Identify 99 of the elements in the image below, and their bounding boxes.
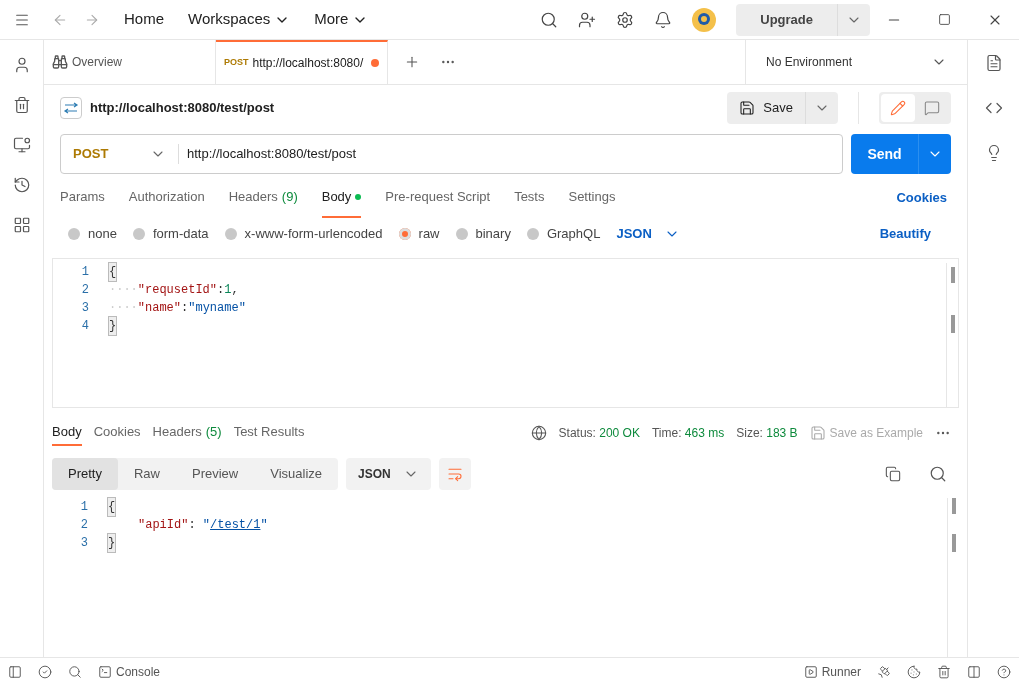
- request-section-tab[interactable]: Authorization: [128, 178, 205, 218]
- search-icon[interactable]: [540, 10, 559, 29]
- code-bracket: }: [109, 317, 117, 335]
- settings-icon[interactable]: [616, 10, 635, 29]
- request-section-tab[interactable]: Params: [60, 178, 105, 218]
- search-icon[interactable]: [929, 465, 947, 483]
- runner-button[interactable]: Runner: [803, 662, 861, 681]
- request-section-tab[interactable]: Headers (9): [228, 178, 298, 218]
- code-link[interactable]: /test/1: [210, 516, 261, 534]
- code-key: "apiId": [138, 516, 189, 534]
- request-section-tab[interactable]: Body: [321, 178, 362, 218]
- request-title: http://localhost:8080/test/post: [90, 98, 275, 117]
- beautify-link[interactable]: Beautify: [879, 224, 931, 244]
- request-section-tab[interactable]: Pre-request Script: [385, 178, 491, 218]
- binoculars-icon: [52, 54, 68, 70]
- url-input[interactable]: http://localhost:8080/test/post: [179, 144, 365, 164]
- line-number: 2: [79, 517, 88, 534]
- search-icon[interactable]: [68, 664, 82, 679]
- line-number: 1: [80, 264, 89, 281]
- console-button[interactable]: Console: [98, 662, 161, 681]
- response-meta: Size: 183 B: [736, 425, 798, 442]
- code-key: "requsetId": [137, 281, 218, 299]
- response-tab[interactable]: Body: [52, 420, 82, 446]
- avatar-icon[interactable]: [692, 7, 717, 32]
- trash-icon[interactable]: [12, 96, 31, 114]
- tab-label: http://localhost:8080/: [252, 55, 364, 72]
- view-mode-tab[interactable]: Pretty: [52, 458, 118, 490]
- save-icon: [739, 99, 756, 116]
- code-punct: :: [217, 282, 225, 299]
- view-mode-tab[interactable]: Raw: [117, 458, 176, 490]
- line-number: 2: [80, 282, 89, 299]
- response-language-dropdown[interactable]: JSON: [346, 458, 431, 490]
- view-mode-tab[interactable]: Visualize: [254, 458, 339, 490]
- monitor-icon[interactable]: [12, 136, 31, 154]
- request-section-tab[interactable]: Settings: [568, 178, 616, 218]
- maximize-icon[interactable]: [938, 13, 951, 26]
- code-punct: ,: [231, 282, 239, 299]
- code-punct: :: [181, 300, 189, 317]
- body-type-radio[interactable]: x-www-form-urlencoded: [224, 224, 383, 244]
- body-type-radio[interactable]: raw: [398, 224, 440, 244]
- two-pane-icon[interactable]: [967, 664, 981, 679]
- code-bracket: {: [108, 498, 116, 516]
- response-meta: Status: 200 OK: [558, 425, 640, 442]
- code-bracket: {: [109, 263, 117, 281]
- sidebar-toggle-icon[interactable]: [8, 664, 22, 679]
- code-bracket: }: [108, 534, 116, 552]
- code-whitespace: ····: [109, 300, 138, 317]
- invite-user-icon[interactable]: [578, 10, 597, 29]
- body-type-radio[interactable]: binary: [455, 224, 511, 244]
- body-type-radio[interactable]: GraphQL: [526, 224, 601, 244]
- view-mode-tab[interactable]: Preview: [176, 458, 255, 490]
- play-icon: [803, 664, 818, 679]
- code-whitespace: ····: [109, 282, 138, 299]
- tab-label: Overview: [72, 54, 122, 71]
- copy-icon[interactable]: [885, 466, 901, 482]
- pencil-icon: [890, 99, 906, 116]
- environment-selector[interactable]: No Environment: [745, 40, 967, 84]
- url-bar[interactable]: POST http://localhost:8080/test/post: [60, 134, 843, 174]
- response-tab[interactable]: Headers (5): [152, 420, 222, 446]
- response-tab[interactable]: Test Results: [233, 420, 305, 446]
- body-type-radio[interactable]: form-data: [132, 224, 209, 244]
- save-icon: [809, 425, 826, 441]
- language-dropdown[interactable]: JSON: [616, 224, 680, 244]
- nav-menu-item[interactable]: Home: [124, 8, 164, 31]
- code-number: 1: [224, 282, 232, 299]
- comment-icon: [924, 99, 940, 116]
- line-number: 3: [79, 535, 88, 552]
- environment-icon[interactable]: [984, 53, 1003, 72]
- body-type-radio[interactable]: none: [68, 224, 117, 244]
- request-section-tab[interactable]: Tests: [514, 178, 545, 218]
- help-icon[interactable]: [997, 664, 1011, 679]
- bell-icon[interactable]: [654, 10, 673, 29]
- response-tab[interactable]: Cookies: [93, 420, 141, 446]
- method-label: POST: [224, 56, 249, 70]
- cookies-link[interactable]: Cookies: [896, 188, 947, 208]
- code-punct: :: [188, 517, 197, 534]
- code-string: ": [202, 517, 211, 534]
- request-body-editor[interactable]: 1 { 2 ····"requsetId":1, 3 ····"name":"myname" 4 }: [52, 258, 959, 408]
- globe-icon: [530, 425, 547, 441]
- line-number: 1: [79, 499, 88, 516]
- terminal-icon: [98, 664, 112, 679]
- cookie-icon[interactable]: [907, 664, 921, 679]
- nav-menu-item[interactable]: Workspaces: [188, 8, 291, 31]
- code-string: ": [260, 517, 268, 534]
- http-icon: [60, 96, 82, 119]
- request-tab[interactable]: POST http://localhost:8080/: [216, 40, 388, 84]
- code-string: "myname": [188, 300, 246, 317]
- wrap-text-icon: [446, 466, 463, 482]
- trash-icon[interactable]: [937, 664, 951, 679]
- check-circle-icon[interactable]: [38, 664, 52, 679]
- nav-menu-item[interactable]: More: [314, 8, 369, 31]
- method-dropdown[interactable]: POST: [61, 144, 179, 164]
- code-key: "name": [137, 299, 182, 317]
- history-icon[interactable]: [12, 176, 31, 194]
- line-number: 4: [80, 318, 89, 335]
- plus-icon[interactable]: [404, 54, 420, 70]
- satellite-icon[interactable]: [877, 664, 891, 679]
- line-number: 3: [80, 300, 89, 317]
- response-meta: Time: 463 ms: [651, 425, 725, 442]
